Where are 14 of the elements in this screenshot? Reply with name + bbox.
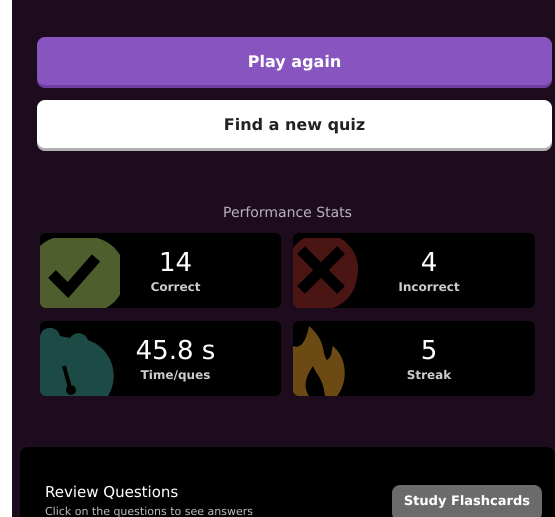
find-quiz-button[interactable]: Find a new quiz (37, 100, 552, 148)
stat-label: Incorrect (398, 280, 460, 294)
review-title: Review Questions (45, 483, 180, 501)
section-title: Performance Stats (222, 205, 353, 221)
stat-label: Streak (406, 368, 452, 382)
stat-value: 45.8 s (136, 336, 216, 366)
stat-label: Time/ques (140, 368, 210, 382)
stat-value: 4 (420, 248, 438, 278)
study-flashcards-button[interactable]: Study Flashcards (392, 485, 542, 517)
stat-value: 5 (420, 336, 438, 366)
stat-label: Correct (150, 280, 200, 294)
stat-value: 14 (158, 248, 192, 278)
review-hint: Click on the questions to see answers (45, 505, 253, 517)
play-again-button[interactable]: Play again (37, 37, 552, 85)
